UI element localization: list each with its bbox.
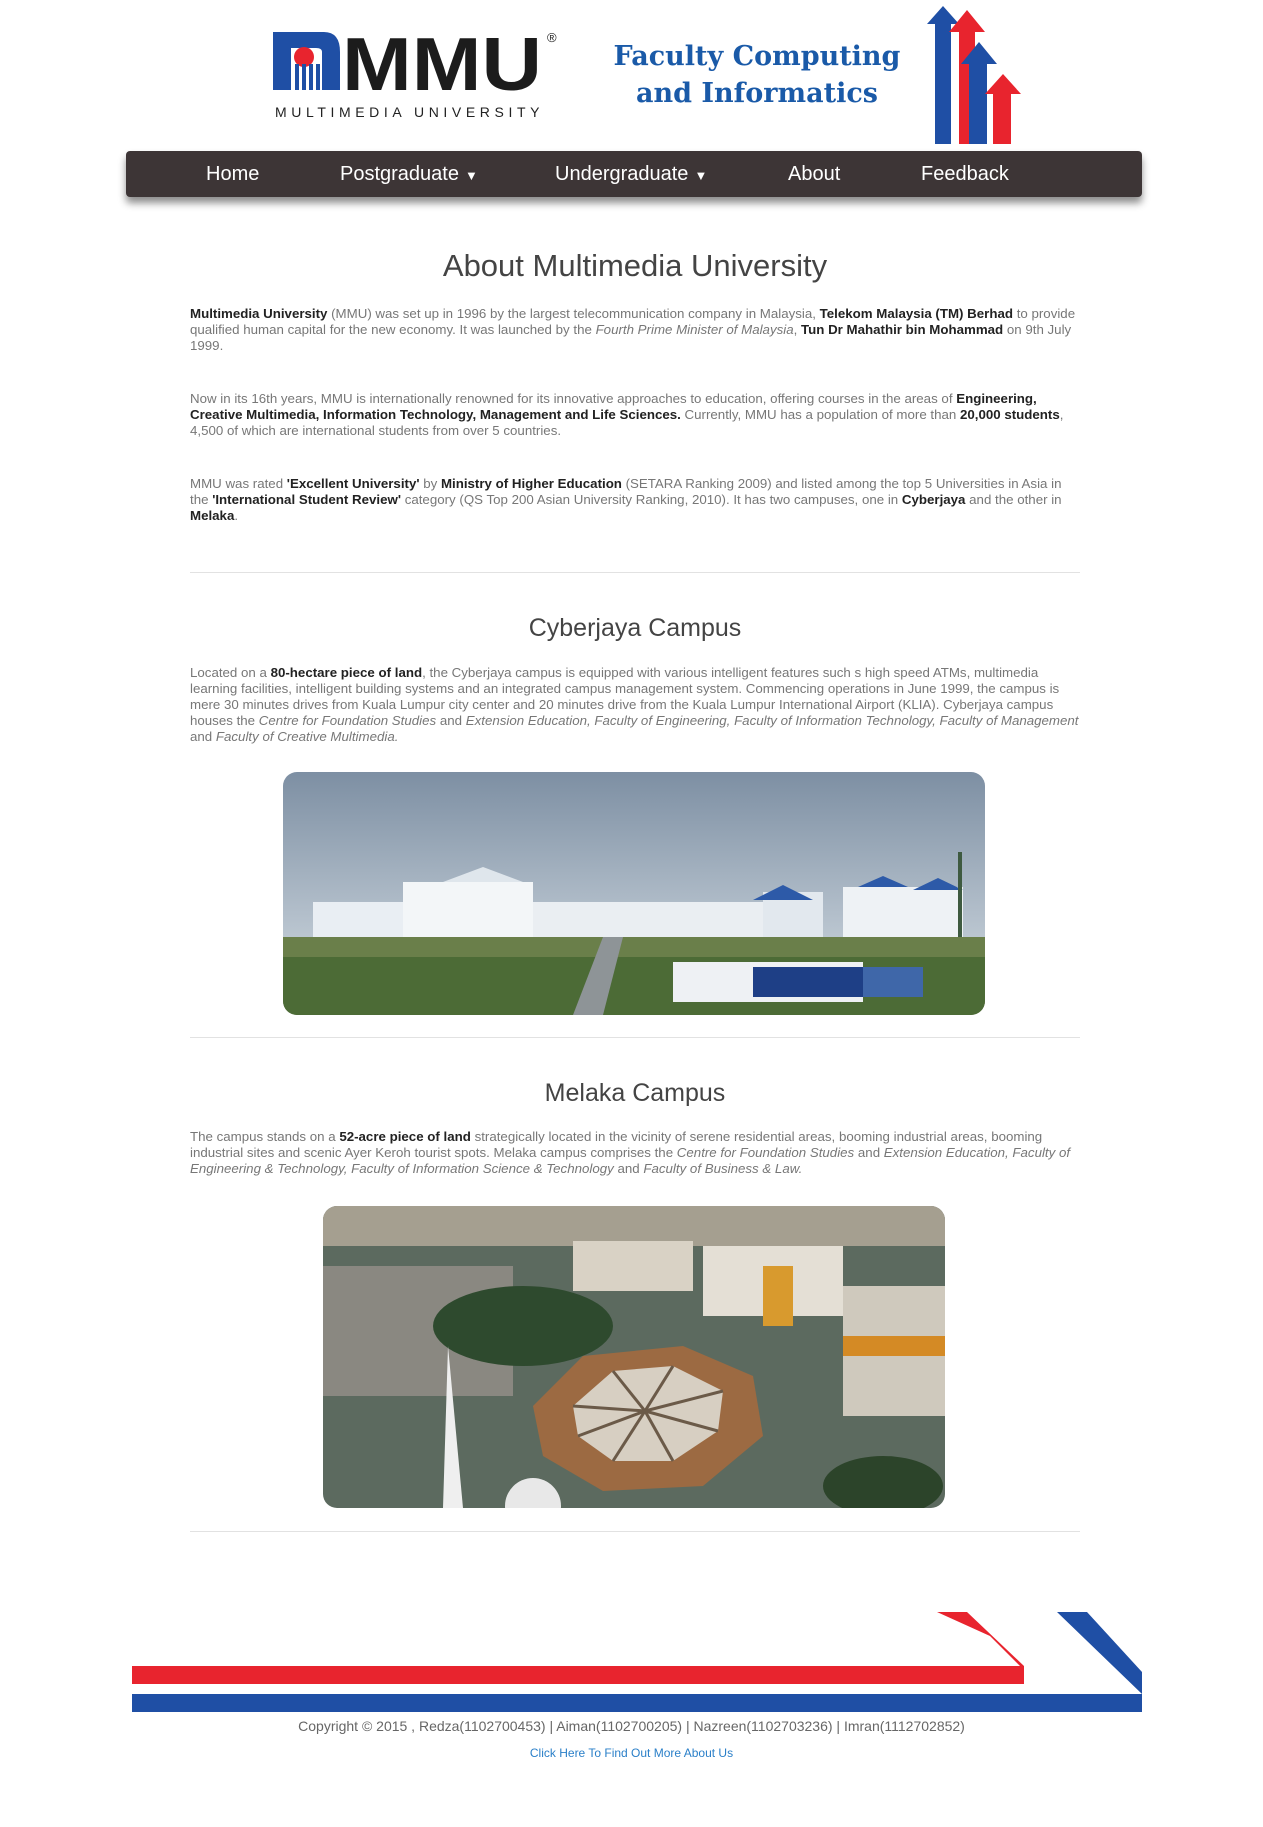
bold-text: Cyberjaya bbox=[901, 492, 966, 507]
footer-stripes-graphic bbox=[132, 1612, 1142, 1712]
faculty-title-line2: and Informatics bbox=[636, 78, 878, 109]
section-divider bbox=[190, 572, 1080, 573]
text: category (QS Top 200 Asian University Ra… bbox=[401, 492, 902, 507]
cyberjaya-campus-image bbox=[283, 772, 985, 1015]
cyberjaya-campus-photo bbox=[283, 772, 985, 1015]
nav-undergraduate[interactable]: Undergraduate ▼ bbox=[555, 151, 707, 197]
section-divider bbox=[190, 1037, 1080, 1038]
text: and bbox=[854, 1145, 884, 1160]
nav-feedback-label: Feedback bbox=[921, 163, 1009, 185]
faculty-title: Faculty Computing and Informatics bbox=[612, 38, 902, 112]
text: Currently, MMU has a population of more … bbox=[680, 407, 960, 422]
logo-wordmark: MMU bbox=[342, 30, 542, 106]
about-title: About Multimedia University bbox=[442, 248, 828, 283]
text: MMU was rated bbox=[190, 476, 287, 491]
italic-text: Centre for Foundation Studies bbox=[676, 1145, 855, 1160]
text: and the other in bbox=[965, 492, 1062, 507]
about-paragraph-1: Multimedia University (MMU) was set up i… bbox=[190, 306, 1080, 354]
bold-text: Multimedia University bbox=[190, 306, 328, 321]
italic-text: Faculty of Creative Multimedia. bbox=[215, 729, 399, 744]
bold-text: Telekom Malaysia (TM) Berhad bbox=[819, 306, 1013, 321]
italic-text: Fourth Prime Minister of Malaysia bbox=[595, 322, 794, 337]
cyberjaya-paragraph: Located on a 80-hectare piece of land, t… bbox=[190, 665, 1080, 745]
dropdown-caret-icon: ▼ bbox=[694, 168, 708, 183]
about-paragraph-2: Now in its 16th years, MMU is internatio… bbox=[190, 391, 1080, 439]
italic-text: Extension Education, Faculty of Engineer… bbox=[465, 713, 1079, 728]
melaka-title: Melaka Campus bbox=[544, 1079, 726, 1107]
nav-home-label: Home bbox=[206, 163, 260, 185]
melaka-campus-photo bbox=[323, 1206, 945, 1508]
about-paragraph-3: MMU was rated 'Excellent University' by … bbox=[190, 476, 1080, 524]
registered-mark: ® bbox=[547, 30, 557, 45]
logo-subtitle: MULTIMEDIA UNIVERSITY bbox=[275, 104, 545, 120]
text: . bbox=[234, 508, 239, 523]
bold-text: 80-hectare piece of land bbox=[270, 665, 423, 680]
nav-postgraduate[interactable]: Postgraduate ▼ bbox=[340, 151, 478, 197]
nav-feedback[interactable]: Feedback bbox=[921, 151, 1009, 197]
text: Now in its 16th years, MMU is internatio… bbox=[190, 391, 957, 406]
melaka-paragraph: The campus stands on a 52-acre piece of … bbox=[190, 1129, 1080, 1177]
nav-about-label: About bbox=[788, 163, 841, 185]
text: (MMU) was set up in 1996 by the largest … bbox=[327, 306, 820, 321]
faculty-arrows-icon bbox=[927, 6, 1021, 144]
nav-about[interactable]: About bbox=[788, 151, 840, 197]
cyberjaya-title: Cyberjaya Campus bbox=[528, 614, 742, 642]
bold-text: Tun Dr Mahathir bin Mohammad bbox=[801, 322, 1004, 337]
text: by bbox=[419, 476, 441, 491]
nav-undergraduate-label: Undergraduate bbox=[555, 163, 689, 185]
text: Located on a bbox=[190, 665, 271, 680]
faculty-title-line1: Faculty Computing bbox=[613, 41, 901, 72]
text: and bbox=[436, 713, 466, 728]
main-navigation: Home Postgraduate ▼ Undergraduate ▼ About … bbox=[126, 151, 1142, 197]
melaka-campus-image bbox=[323, 1206, 945, 1508]
bold-text: 52-acre piece of land bbox=[339, 1129, 471, 1144]
bold-text: Ministry of Higher Education bbox=[440, 476, 622, 491]
text: and bbox=[190, 729, 216, 744]
text: The campus stands on a bbox=[190, 1129, 340, 1144]
bold-text: 'International Student Review' bbox=[212, 492, 401, 507]
nav-postgraduate-label: Postgraduate bbox=[340, 163, 459, 185]
copyright-text: Copyright © 2015 , Redza(1102700453) | A… bbox=[298, 1718, 965, 1734]
bold-text: Melaka bbox=[190, 508, 235, 523]
bold-text: 20,000 students bbox=[959, 407, 1060, 422]
italic-text: Faculty of Business & Law. bbox=[643, 1161, 803, 1176]
section-divider bbox=[190, 1531, 1080, 1532]
text: , bbox=[793, 322, 801, 337]
bold-text: 'Excellent University' bbox=[286, 476, 420, 491]
dropdown-caret-icon: ▼ bbox=[464, 168, 478, 183]
text: and bbox=[613, 1161, 644, 1176]
site-header: MMU ® MULTIMEDIA UNIVERSITY Faculty Comp… bbox=[0, 0, 1263, 150]
italic-text: Centre for Foundation Studies bbox=[258, 713, 437, 728]
about-us-link[interactable]: Click Here To Find Out More About Us bbox=[0, 1746, 1263, 1760]
nav-home[interactable]: Home bbox=[206, 151, 259, 197]
mmu-emblem-icon bbox=[273, 32, 340, 90]
